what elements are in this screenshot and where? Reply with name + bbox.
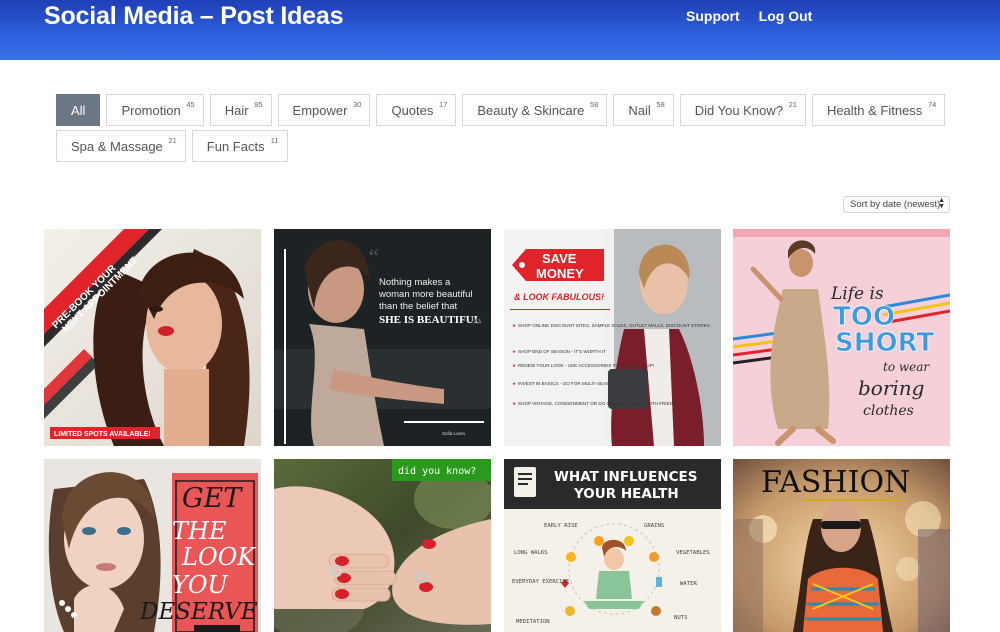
post-tile-health[interactable]: WHAT INFLUENCES YOUR HEALTH EARLY RISE G…	[504, 459, 721, 632]
filter-label: Quotes	[391, 102, 434, 118]
quote-author: Sofia Loren	[442, 431, 466, 436]
filter-count: 95	[254, 100, 263, 109]
filter-row-2: Spa & Massage 21 Fun Facts 11	[56, 130, 936, 162]
post-image-did-you-know: did you know?	[274, 459, 491, 632]
did-you-know-banner: did you know?	[398, 466, 476, 477]
save-tip-1: SHOP ONLINE DISCOUNT SITES, SAMPLE SALES…	[518, 323, 710, 328]
fashion-title: FASHION	[761, 465, 910, 500]
filter-label: Health & Fitness	[826, 102, 923, 118]
filter-label: Spa & Massage	[71, 138, 163, 154]
health-factor-3: LONG WALKS	[514, 550, 548, 556]
filter-count: 30	[353, 100, 362, 109]
filter-label: Did You Know?	[694, 102, 783, 118]
filter-row-1: All Promotion 45 Hair 95 Empower 30 Quotes 1…	[56, 94, 946, 126]
filter-health-fitness[interactable]: Health & Fitness 74	[811, 94, 946, 126]
post-image-life-short: Life is TOO SHORT to wear boring clothes	[733, 229, 950, 446]
top-nav: Support Log Out	[686, 8, 812, 24]
post-image-prebook: PRE-BOOK YOUR NEXT APPOINTMENT LIMITED S…	[44, 229, 261, 446]
post-banner: LIMITED SPOTS AVAILABLE!	[54, 431, 151, 438]
health-title-1: WHAT INFLUENCES	[554, 469, 698, 485]
filter-spa-massage[interactable]: Spa & Massage 21	[56, 130, 186, 162]
filter-count: 58	[656, 100, 665, 109]
post-tile-prebook[interactable]: PRE-BOOK YOUR NEXT APPOINTMENT LIMITED S…	[44, 229, 261, 446]
quote-line-2: woman more beautiful	[378, 289, 472, 300]
filter-beauty-skincare[interactable]: Beauty & Skincare 58	[462, 94, 608, 126]
post-tile-save-money[interactable]: SAVE MONEY & LOOK FABULOUS! ★ SHOP ONLINE…	[504, 229, 721, 446]
post-image-save-money: SAVE MONEY & LOOK FABULOUS! ★ SHOP ONLINE…	[504, 229, 721, 446]
sort-select[interactable]: Sort by date (newest) ▲ ▼	[843, 196, 950, 213]
post-tile-fashion[interactable]: FASHION	[733, 459, 950, 632]
filter-count: 21	[788, 100, 797, 109]
health-factor-1: EARLY RISE	[544, 523, 578, 529]
save-tip-5: SHOP VINTAGE, CONSIGNMENT OR DO CLOTHING…	[518, 401, 679, 406]
post-tile-did-you-know[interactable]: did you know?	[274, 459, 491, 632]
health-factor-4: VEGETABLES	[676, 550, 710, 556]
quote-line-1: Nothing makes a	[379, 277, 451, 288]
post-tile-quote[interactable]: “ Nothing makes a woman more beautiful t…	[274, 229, 491, 446]
site-title[interactable]: Social Media – Post Ideas	[44, 2, 343, 31]
filter-count: 11	[270, 136, 279, 145]
filter-count: 45	[186, 100, 195, 109]
filter-count: 21	[168, 136, 177, 145]
post-tile-life-short[interactable]: Life is TOO SHORT to wear boring clothes	[733, 229, 950, 446]
save-tip-2: SHOP END OF SEASON - IT'S WORTH IT	[518, 349, 606, 354]
quote-line-3: than the belief that	[379, 301, 458, 312]
filter-count: 74	[927, 100, 937, 109]
sort-selected-value: Sort by date (newest)	[850, 199, 941, 210]
svg-text:”: ”	[472, 313, 482, 338]
save-tip-4: INVEST IN BASICS - GO FOR MULTI-SEASONAL…	[518, 381, 637, 386]
filter-count: 58	[590, 100, 599, 109]
filter-fun-facts[interactable]: Fun Facts 11	[191, 130, 288, 162]
filter-hair[interactable]: Hair 95	[209, 94, 272, 126]
look-text-3: LOOK	[181, 543, 257, 571]
health-factor-7: MEDITATION	[516, 619, 550, 625]
save-tip-3: RENEW YOUR LOOK - USE ACCESSORIES TO CHA…	[518, 363, 654, 368]
sort-arrows-icon: ▲ ▼	[938, 197, 945, 210]
look-text-1: GET	[182, 483, 243, 514]
filter-count: 17	[439, 100, 448, 109]
post-image-get-look: GET THE LOOK YOU DESERVE	[44, 459, 261, 632]
filter-did-you-know[interactable]: Did You Know? 21	[679, 94, 806, 126]
filter-label: Empower	[292, 102, 348, 118]
filter-all[interactable]: All	[56, 94, 101, 126]
filter-quotes[interactable]: Quotes 17	[376, 94, 457, 126]
logout-link[interactable]: Log Out	[759, 8, 813, 24]
category-filters: All Promotion 45 Hair 95 Empower 30 Quotes 1…	[56, 94, 946, 166]
look-text-5: DESERVE	[139, 599, 258, 625]
life-text-3: SHORT	[835, 328, 934, 358]
post-tile-get-look[interactable]: GET THE LOOK YOU DESERVE	[44, 459, 261, 632]
save-title-1: SAVE	[542, 251, 577, 266]
support-link[interactable]: Support	[686, 8, 740, 24]
filter-label: Promotion	[121, 102, 181, 118]
filter-empower[interactable]: Empower 30	[277, 94, 371, 126]
life-text-4: to wear	[883, 360, 930, 374]
health-factor-6: WATER	[680, 581, 697, 587]
post-image-fashion: FASHION	[733, 459, 950, 632]
post-image-quote: “ Nothing makes a woman more beautiful t…	[274, 229, 491, 446]
save-title-2: MONEY	[536, 266, 584, 281]
filter-promotion[interactable]: Promotion 45	[106, 94, 204, 126]
filter-label: All	[71, 102, 86, 118]
health-factor-5: EVERYDAY EXERCISE	[512, 579, 570, 585]
svg-text:“: “	[369, 244, 379, 269]
life-text-6: clothes	[863, 403, 914, 419]
site-header: Social Media – Post Ideas Support Log Ou…	[0, 0, 1000, 60]
post-image-health: WHAT INFLUENCES YOUR HEALTH EARLY RISE G…	[504, 459, 721, 632]
health-title-2: YOUR HEALTH	[573, 486, 679, 502]
health-factor-2: GRAINS	[644, 523, 664, 529]
filter-label: Hair	[224, 102, 249, 118]
filter-label: Beauty & Skincare	[477, 102, 585, 118]
look-text-2: THE	[172, 517, 227, 545]
life-text-5: boring	[858, 376, 924, 400]
quote-line-4: SHE IS BEAUTIFUL	[379, 314, 481, 326]
health-factor-8: NUTS	[674, 615, 687, 621]
filter-nail[interactable]: Nail 58	[613, 94, 674, 126]
filter-label: Fun Facts	[206, 138, 265, 154]
save-subtitle: & LOOK FABULOUS!	[514, 292, 604, 302]
filter-label: Nail	[628, 102, 651, 118]
look-text-4: YOU	[172, 571, 229, 599]
life-text-1: Life is	[830, 284, 884, 304]
